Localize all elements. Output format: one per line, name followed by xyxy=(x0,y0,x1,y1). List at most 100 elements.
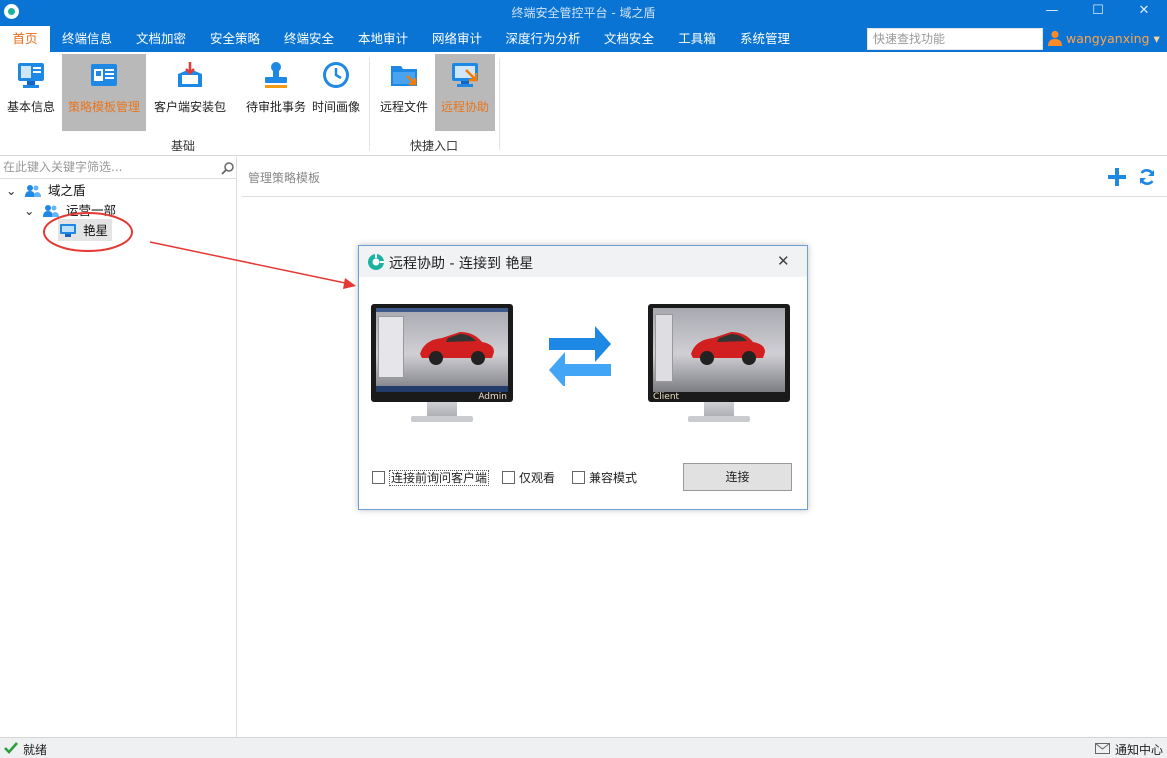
tree-computer-label: 艳星 xyxy=(82,223,108,238)
chevron-down-icon: ▾ xyxy=(1153,31,1160,46)
tab-system-management[interactable]: 系统管理 xyxy=(733,26,797,52)
checkbox-box[interactable] xyxy=(502,471,515,484)
remote-file-label: 远程文件 xyxy=(379,100,428,114)
tree-node-computer[interactable]: 艳星 xyxy=(58,219,112,241)
tree-node-root[interactable]: ⌄ 域之盾 xyxy=(6,180,85,199)
pending-approval-button[interactable]: 待审批事务 xyxy=(234,54,318,131)
tab-terminal-security[interactable]: 终端安全 xyxy=(277,26,341,52)
time-profile-label: 时间画像 xyxy=(311,100,360,114)
user-menu[interactable]: wangyanxing ▾ xyxy=(1048,28,1160,50)
policy-template-label: 策略模板管理 xyxy=(67,100,140,114)
search-icon[interactable] xyxy=(221,161,235,178)
chevron-down-icon[interactable]: ⌄ xyxy=(24,203,36,218)
search-input[interactable]: 快速查找功能 xyxy=(867,28,1043,50)
client-monitor-image: Client xyxy=(648,304,790,429)
tab-network-audit[interactable]: 网络审计 xyxy=(425,26,489,52)
pending-approval-label: 待审批事务 xyxy=(245,100,306,114)
close-window-button[interactable]: ✕ xyxy=(1121,0,1167,24)
install-package-icon xyxy=(175,60,205,90)
status-ready: 就绪 xyxy=(23,743,48,757)
group-label-basic: 基础 xyxy=(171,139,196,153)
admin-label: Admin xyxy=(478,392,507,402)
maximize-button[interactable]: ☐ xyxy=(1075,0,1121,24)
group-label-quick-entry: 快捷入口 xyxy=(410,139,459,153)
remote-assist-dialog: 远程协助 - 连接到 艳星 ✕ Admin Client 连接前询问客户端 仅观… xyxy=(358,245,808,510)
remote-file-button[interactable]: 远程文件 xyxy=(374,54,434,131)
status-bar: 就绪 通知中心 xyxy=(0,737,1167,758)
clock-icon xyxy=(321,60,351,90)
remote-assist-logo-icon xyxy=(368,254,384,270)
red-car-icon xyxy=(691,332,765,365)
dialog-title-bar: 远程协助 - 连接到 艳星 ✕ xyxy=(359,246,807,277)
client-label: Client xyxy=(653,392,680,402)
client-screen: Client xyxy=(648,304,790,402)
connect-button[interactable]: 连接 xyxy=(683,463,792,491)
group-icon xyxy=(24,185,41,197)
view-only-label: 仅观看 xyxy=(519,471,556,485)
tab-local-audit[interactable]: 本地审计 xyxy=(351,26,415,52)
swap-arrows-icon xyxy=(549,326,611,386)
left-panel: 在此键入关键字筛选... ⌄ 域之盾 ⌄ 运营一部 艳星 xyxy=(0,157,237,737)
tab-toolbox[interactable]: 工具箱 xyxy=(673,26,721,52)
admin-screenshot xyxy=(376,308,508,392)
group-divider xyxy=(369,58,370,150)
compat-mode-label: 兼容模式 xyxy=(589,471,638,485)
ask-client-checkbox[interactable]: 连接前询问客户端 xyxy=(372,470,490,486)
monitor-stand xyxy=(704,402,734,416)
tree-node-dept[interactable]: ⌄ 运营一部 xyxy=(24,200,116,219)
tab-doc-encryption[interactable]: 文档加密 xyxy=(129,26,193,52)
monitor-stand xyxy=(427,402,457,416)
add-icon[interactable] xyxy=(1107,167,1127,187)
basic-info-button[interactable]: 基本信息 xyxy=(0,54,62,131)
menu-bar: 首页 终端信息 文档加密 安全策略 终端安全 本地审计 网络审计 深度行为分析 … xyxy=(0,24,1167,52)
remote-assist-label: 远程协助 xyxy=(440,100,489,114)
checkbox-box[interactable] xyxy=(372,471,385,484)
remote-assist-button[interactable]: 远程协助 xyxy=(435,54,495,131)
tree-root-label: 域之盾 xyxy=(47,183,86,198)
group-divider xyxy=(499,58,500,150)
client-package-button[interactable]: 客户端安装包 xyxy=(148,54,232,131)
dialog-title: 远程协助 - 连接到 艳星 xyxy=(389,256,534,272)
ribbon-toolbar: 基本信息 策略模板管理 客户端安装包 待审批事务 时间画像 远程文件 远程协助 … xyxy=(0,52,1167,156)
stamp-icon xyxy=(261,60,291,90)
group-icon xyxy=(42,205,59,217)
close-icon[interactable]: ✕ xyxy=(777,252,790,270)
user-name: wangyanxing xyxy=(1066,31,1150,46)
tab-behavior-analysis[interactable]: 深度行为分析 xyxy=(501,26,585,52)
tree-dept-label: 运营一部 xyxy=(65,203,116,218)
policy-template-button[interactable]: 策略模板管理 xyxy=(62,54,146,131)
tab-security-policy[interactable]: 安全策略 xyxy=(203,26,267,52)
filter-input[interactable]: 在此键入关键字筛选... xyxy=(0,157,237,179)
policy-card-icon xyxy=(89,60,119,90)
user-icon xyxy=(1048,30,1062,46)
tab-doc-security[interactable]: 文档安全 xyxy=(597,26,661,52)
refresh-icon[interactable] xyxy=(1138,168,1156,186)
computer-icon xyxy=(60,224,76,237)
check-icon xyxy=(4,742,18,754)
monitor-base xyxy=(411,416,473,422)
remote-assist-icon xyxy=(450,60,480,90)
folder-icon xyxy=(389,60,419,90)
admin-screen: Admin xyxy=(371,304,513,402)
view-only-checkbox[interactable]: 仅观看 xyxy=(502,470,555,486)
main-header: 管理策略模板 xyxy=(242,157,1167,197)
mail-icon xyxy=(1095,743,1110,754)
red-car-icon xyxy=(420,332,494,365)
window-title: 终端安全管控平台 - 域之盾 xyxy=(511,6,656,20)
monitor-info-icon xyxy=(16,60,46,90)
minimize-button[interactable]: — xyxy=(1029,0,1075,24)
chevron-down-icon[interactable]: ⌄ xyxy=(6,183,18,198)
monitor-base xyxy=(688,416,750,422)
time-profile-button[interactable]: 时间画像 xyxy=(308,54,364,131)
title-bar: 终端安全管控平台 - 域之盾 — ☐ ✕ xyxy=(0,0,1167,24)
ask-client-label: 连接前询问客户端 xyxy=(389,470,490,486)
checkbox-box[interactable] xyxy=(572,471,585,484)
admin-monitor-image: Admin xyxy=(371,304,513,429)
compat-mode-checkbox[interactable]: 兼容模式 xyxy=(572,470,637,486)
notification-center-link[interactable]: 通知中心 xyxy=(1115,741,1163,758)
client-screenshot xyxy=(653,308,785,392)
tab-home[interactable]: 首页 xyxy=(0,26,50,52)
basic-info-label: 基本信息 xyxy=(6,100,55,114)
main-header-title: 管理策略模板 xyxy=(248,171,321,185)
tab-terminal-info[interactable]: 终端信息 xyxy=(55,26,119,52)
